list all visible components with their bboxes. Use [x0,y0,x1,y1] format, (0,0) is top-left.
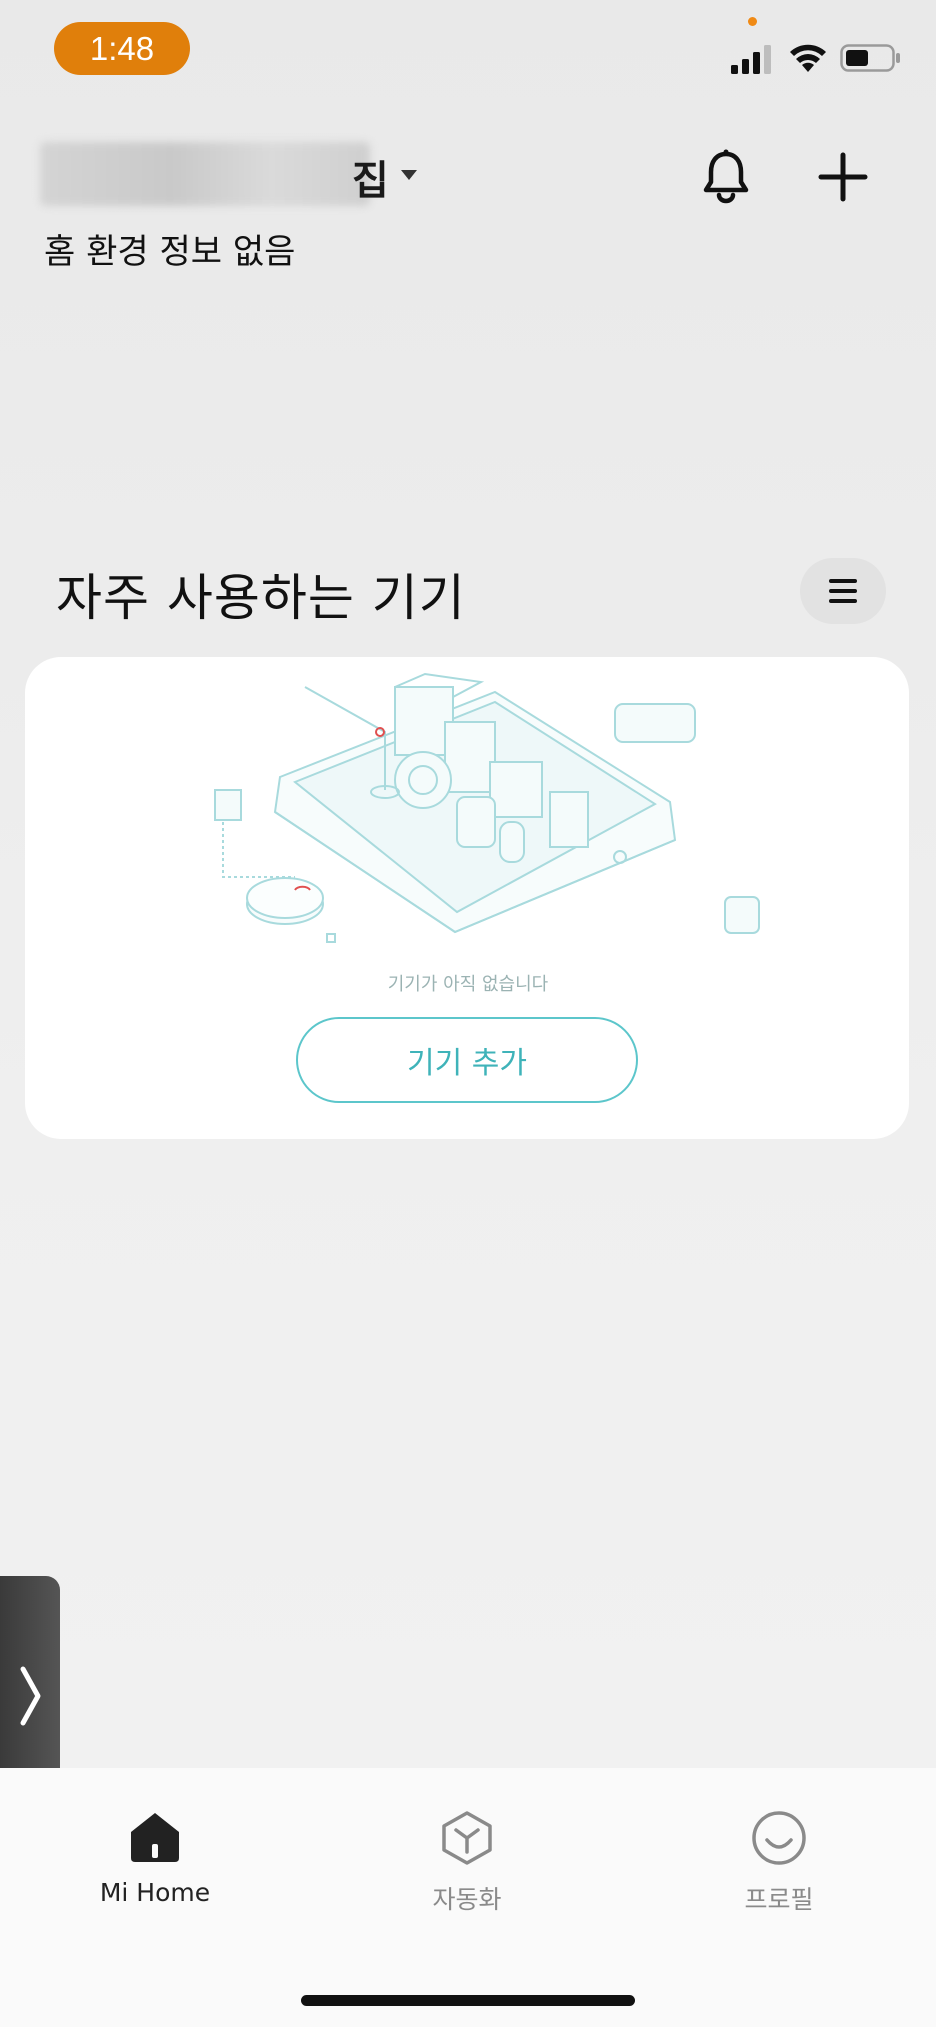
home-name-suffix[interactable]: 집 [352,148,389,206]
cube-icon [442,1811,492,1865]
devices-illustration [214,672,760,943]
empty-devices-text: 기기가 아직 없습니다 [387,974,549,995]
add-icon[interactable] [818,152,868,202]
tab-label: 자동화 [432,1885,502,1914]
frequent-devices-title: 자주 사용하는 기기 [56,569,466,627]
battery-icon [840,44,900,72]
tab-profile[interactable]: 프로필 [679,1810,879,1916]
tab-mi-home[interactable]: Mi Home [55,1810,255,1907]
chevron-right-icon [20,1666,41,1726]
menu-icon [829,579,857,603]
status-time: 1:48 [54,22,190,75]
smile-icon [752,1811,806,1865]
home-name-blurred[interactable] [40,142,370,206]
privacy-indicator-dot [748,17,757,26]
chevron-down-icon[interactable] [400,168,418,182]
home-indicator[interactable] [301,1995,635,2006]
menu-button[interactable] [800,558,886,624]
cellular-signal-icon [731,45,771,74]
tab-automation[interactable]: 자동화 [367,1810,567,1916]
home-environment-info: 홈 환경 정보 없음 [44,232,296,272]
add-device-button[interactable]: 기기 추가 [296,1017,638,1103]
tab-label: Mi Home [99,1878,211,1907]
tab-label: 프로필 [744,1885,814,1914]
bell-icon[interactable] [700,148,752,204]
home-icon [131,1813,179,1862]
wifi-icon [790,44,826,72]
